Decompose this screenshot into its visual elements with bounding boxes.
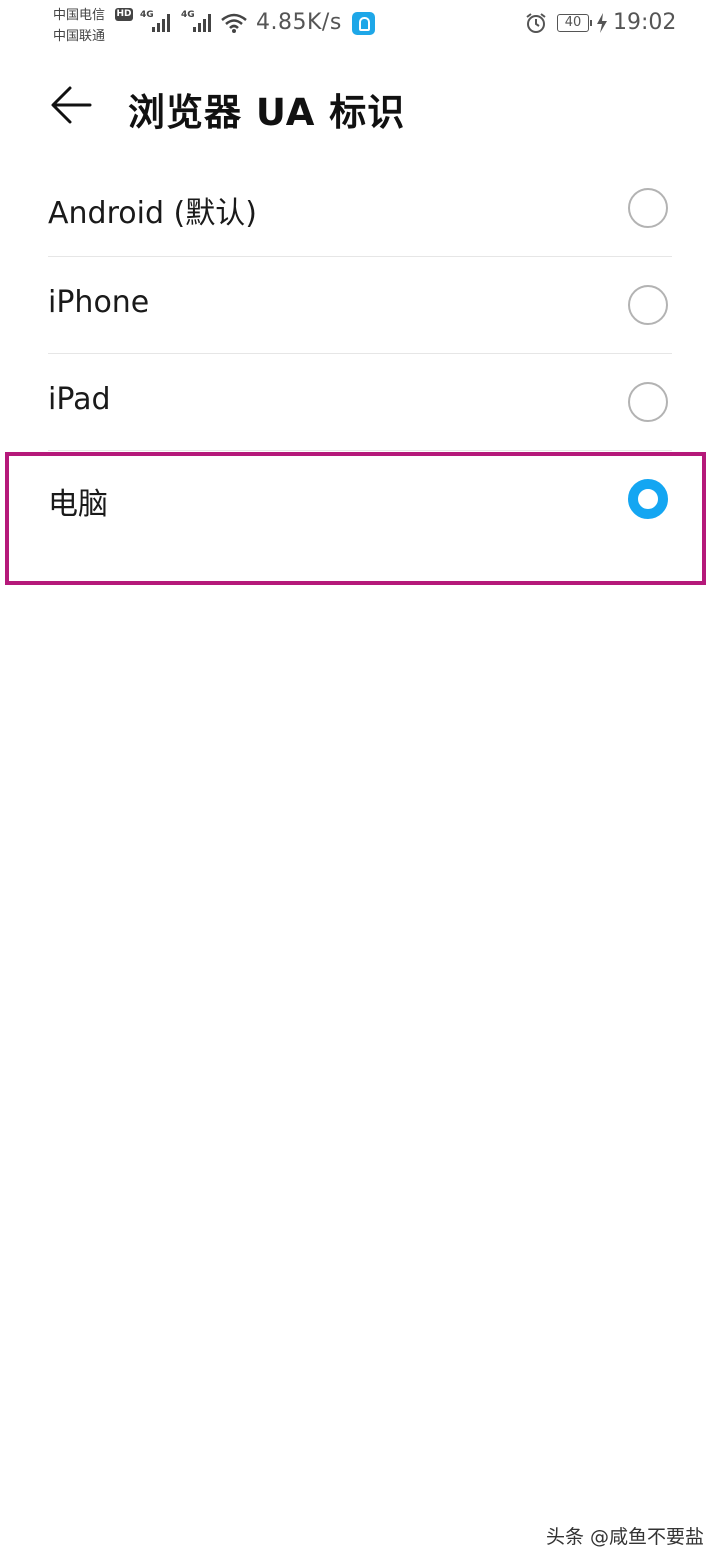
clock: 19:02 [613, 10, 677, 35]
carrier-1: 中国电信 [53, 8, 106, 23]
charging-icon [597, 13, 607, 33]
option-android[interactable]: Android (默认) [48, 160, 672, 256]
app-notification-icon [352, 12, 375, 35]
option-label: iPhone [48, 285, 150, 320]
wifi-icon [221, 13, 247, 33]
option-label: Android (默认) [48, 196, 257, 231]
option-desktop[interactable]: 电脑 [48, 450, 672, 547]
radio-button[interactable] [628, 285, 668, 325]
radio-button[interactable] [628, 188, 668, 228]
signal-icon: 4G [181, 10, 215, 34]
option-label: iPad [48, 382, 111, 417]
app-bar: 浏览器 UA 标识 [0, 60, 720, 150]
battery-icon: 40 [557, 14, 592, 32]
option-label: 电脑 [48, 487, 108, 522]
carrier-labels: 中国电信 中国联通 [53, 5, 105, 47]
ua-options-list: Android (默认) iPhone iPad 电脑 [48, 160, 672, 547]
carrier-2: 中国联通 [53, 29, 106, 44]
radio-button[interactable] [628, 382, 668, 422]
watermark: 头条 @咸鱼不要盐 [545, 1526, 704, 1548]
page-title: 浏览器 UA 标识 [128, 91, 406, 134]
option-ipad[interactable]: iPad [48, 353, 672, 450]
network-speed: 4.85K/s [256, 10, 342, 35]
back-arrow-icon[interactable] [50, 85, 94, 125]
alarm-icon [526, 13, 546, 33]
radio-button-selected[interactable] [628, 479, 668, 519]
status-bar: 中国电信 中国联通 HD 4G 4G 4.85K/s 40 19:02 [0, 0, 720, 50]
option-iphone[interactable]: iPhone [48, 256, 672, 353]
hd-badge: HD [115, 8, 133, 21]
signal-icon: 4G [140, 10, 174, 34]
